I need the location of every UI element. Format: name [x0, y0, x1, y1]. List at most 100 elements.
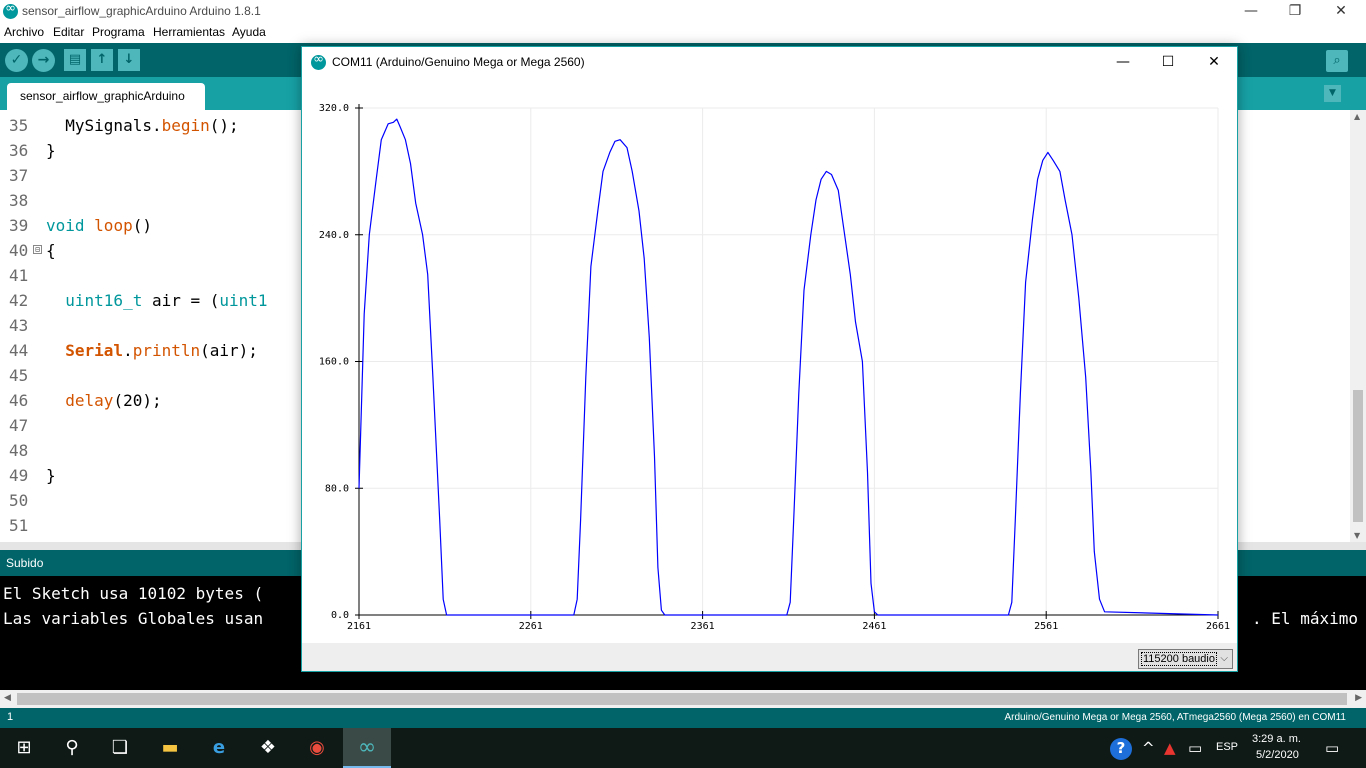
baud-rate-value: 115200 baudio — [1141, 652, 1217, 666]
code-line-36: } — [46, 141, 56, 160]
notifications-icon[interactable]: ▭ — [1325, 738, 1339, 758]
save-sketch-button[interactable]: ↓ — [118, 49, 140, 71]
serial-plot-chart: 0.0 80.0 160.0 240.0 320.0 2161 2261 2361 2461 25… — [319, 103, 1230, 632]
code-line-42: uint16_t air = (uint1 — [46, 291, 268, 310]
fold-toggle-icon[interactable]: ⊟ — [33, 245, 42, 254]
plotter-minimize-button[interactable]: — — [1100, 51, 1146, 73]
series-line — [358, 118, 1219, 616]
dropbox-icon[interactable]: ❖ — [244, 728, 292, 768]
close-button[interactable]: ✕ — [1318, 0, 1364, 23]
scroll-down-icon[interactable]: ▼ — [1354, 531, 1360, 540]
scroll-right-icon[interactable]: ▶ — [1355, 693, 1362, 703]
code-token: . — [123, 341, 133, 360]
line-number: 49 — [9, 466, 29, 485]
code-line-40: { — [46, 241, 56, 260]
line-number: 51 — [9, 516, 29, 535]
minimize-button[interactable]: — — [1228, 0, 1274, 23]
console-line: El Sketch usa 10102 bytes ( — [3, 584, 264, 603]
menu-ayuda[interactable]: Ayuda — [232, 25, 266, 39]
code-line-39: void loop() — [46, 216, 152, 235]
x-tick-label: 2561 — [1034, 621, 1058, 632]
x-tick-label: 2461 — [862, 621, 886, 632]
board-port-info: Arduino/Genuino Mega or Mega 2560, ATmeg… — [1004, 712, 1346, 723]
menu-archivo[interactable]: Archivo — [4, 25, 44, 39]
restore-button[interactable]: ❐ — [1272, 0, 1318, 23]
menu-editar[interactable]: Editar — [53, 25, 84, 39]
line-number: 39 — [9, 216, 29, 235]
code-line-46: delay(20); — [46, 391, 161, 410]
y-tick-label: 80.0 — [325, 483, 349, 494]
code-token: void — [46, 216, 85, 235]
code-token: MySignals — [65, 116, 152, 135]
language-indicator[interactable]: ESP — [1216, 741, 1238, 753]
help-icon[interactable]: ? — [1110, 738, 1132, 760]
scroll-thumb[interactable] — [1353, 390, 1363, 522]
editor-vertical-scrollbar[interactable]: ▲ ▼ — [1350, 110, 1366, 542]
x-tick-label: 2661 — [1206, 621, 1230, 632]
plotter-title-bar: COM11 (Arduino/Genuino Mega or Mega 2560… — [302, 47, 1237, 77]
chrome-icon[interactable]: ◉ — [293, 728, 341, 768]
serial-monitor-icon[interactable]: ⌕ — [1326, 50, 1348, 72]
clock-date[interactable]: 5/2/2020 — [1256, 749, 1299, 761]
search-icon[interactable]: ⚲ — [48, 728, 96, 768]
line-number: 36 — [9, 141, 29, 160]
line-number: 45 — [9, 366, 29, 385]
line-number: 48 — [9, 441, 29, 460]
upload-button[interactable]: → — [32, 49, 55, 72]
y-tick-label: 0.0 — [331, 610, 349, 621]
board-status-bar: 1 Arduino/Genuino Mega or Mega 2560, ATm… — [0, 708, 1366, 728]
start-button-icon[interactable]: ⊞ — [0, 728, 48, 768]
arduino-logo-icon — [311, 52, 326, 70]
chevron-down-icon: ⌵ — [1220, 653, 1228, 664]
x-tick-label: 2161 — [347, 621, 371, 632]
line-number: 50 — [9, 491, 29, 510]
plotter-maximize-button[interactable]: ☐ — [1145, 51, 1191, 73]
tab-sketch[interactable]: sensor_airflow_graphicArduino — [7, 83, 205, 110]
console-line: Las variables Globales usan — [3, 609, 264, 628]
task-view-icon[interactable]: ❏ — [96, 728, 144, 768]
open-sketch-button[interactable]: ↑ — [91, 49, 113, 71]
code-token: Serial — [65, 341, 124, 360]
tab-menu-chevron-icon[interactable]: ▼ — [1324, 85, 1341, 102]
scroll-thumb[interactable] — [17, 693, 1347, 705]
line-number-gutter: 35 36 37 38 39 40 ⊟ 41 42 43 44 45 46 47… — [0, 110, 44, 542]
clock-time[interactable]: 3:29 a. m. — [1252, 733, 1301, 745]
code-token: println — [132, 341, 201, 360]
verify-button[interactable]: ✓ — [5, 49, 28, 72]
line-number: 47 — [9, 416, 29, 435]
scroll-up-icon[interactable]: ▲ — [1354, 112, 1360, 121]
ide-title-bar: sensor_airflow_graphicArduino Arduino 1.… — [0, 0, 1366, 23]
network-icon[interactable]: ▭ — [1188, 738, 1202, 758]
desktop: sensor_airflow_graphicArduino Arduino 1.… — [0, 0, 1366, 768]
x-tick-label: 2261 — [519, 621, 543, 632]
line-number: 37 — [9, 166, 29, 185]
code-line-44: Serial.println(air); — [46, 341, 258, 360]
line-number: 43 — [9, 316, 29, 335]
line-number: 41 — [9, 266, 29, 285]
scroll-left-icon[interactable]: ◀ — [4, 693, 11, 703]
status-message: Subido — [6, 556, 44, 570]
new-sketch-button[interactable]: ▤ — [64, 49, 86, 71]
code-line-49: } — [46, 466, 56, 485]
line-number: 38 — [9, 191, 29, 210]
code-token: begin — [161, 116, 210, 135]
code-line-35: MySignals.begin(); — [46, 116, 238, 135]
code-token: . — [151, 116, 162, 135]
menu-programa[interactable]: Programa — [92, 25, 145, 39]
internet-explorer-icon[interactable]: e — [195, 728, 243, 768]
warning-icon[interactable]: ▲ — [1164, 738, 1176, 758]
code-token: (air); — [200, 341, 258, 360]
baud-rate-select[interactable]: 115200 baudio ⌵ — [1138, 649, 1233, 669]
line-number: 46 — [9, 391, 29, 410]
menu-herramientas[interactable]: Herramientas — [153, 25, 225, 39]
plotter-close-button[interactable]: ✕ — [1191, 51, 1237, 73]
file-explorer-icon[interactable]: ▬ — [146, 728, 194, 768]
plotter-bottom-bar: 115200 baudio ⌵ — [302, 643, 1237, 671]
console-horizontal-scrollbar[interactable]: ◀ ▶ — [0, 690, 1366, 708]
arduino-logo-icon — [3, 1, 18, 19]
code-token: uint1 — [219, 291, 268, 310]
chevron-up-icon[interactable]: ^ — [1142, 738, 1155, 758]
code-token: air = ( — [142, 291, 220, 310]
y-tick-label: 320.0 — [319, 103, 349, 114]
arduino-taskbar-icon[interactable]: ∞ — [343, 728, 391, 768]
